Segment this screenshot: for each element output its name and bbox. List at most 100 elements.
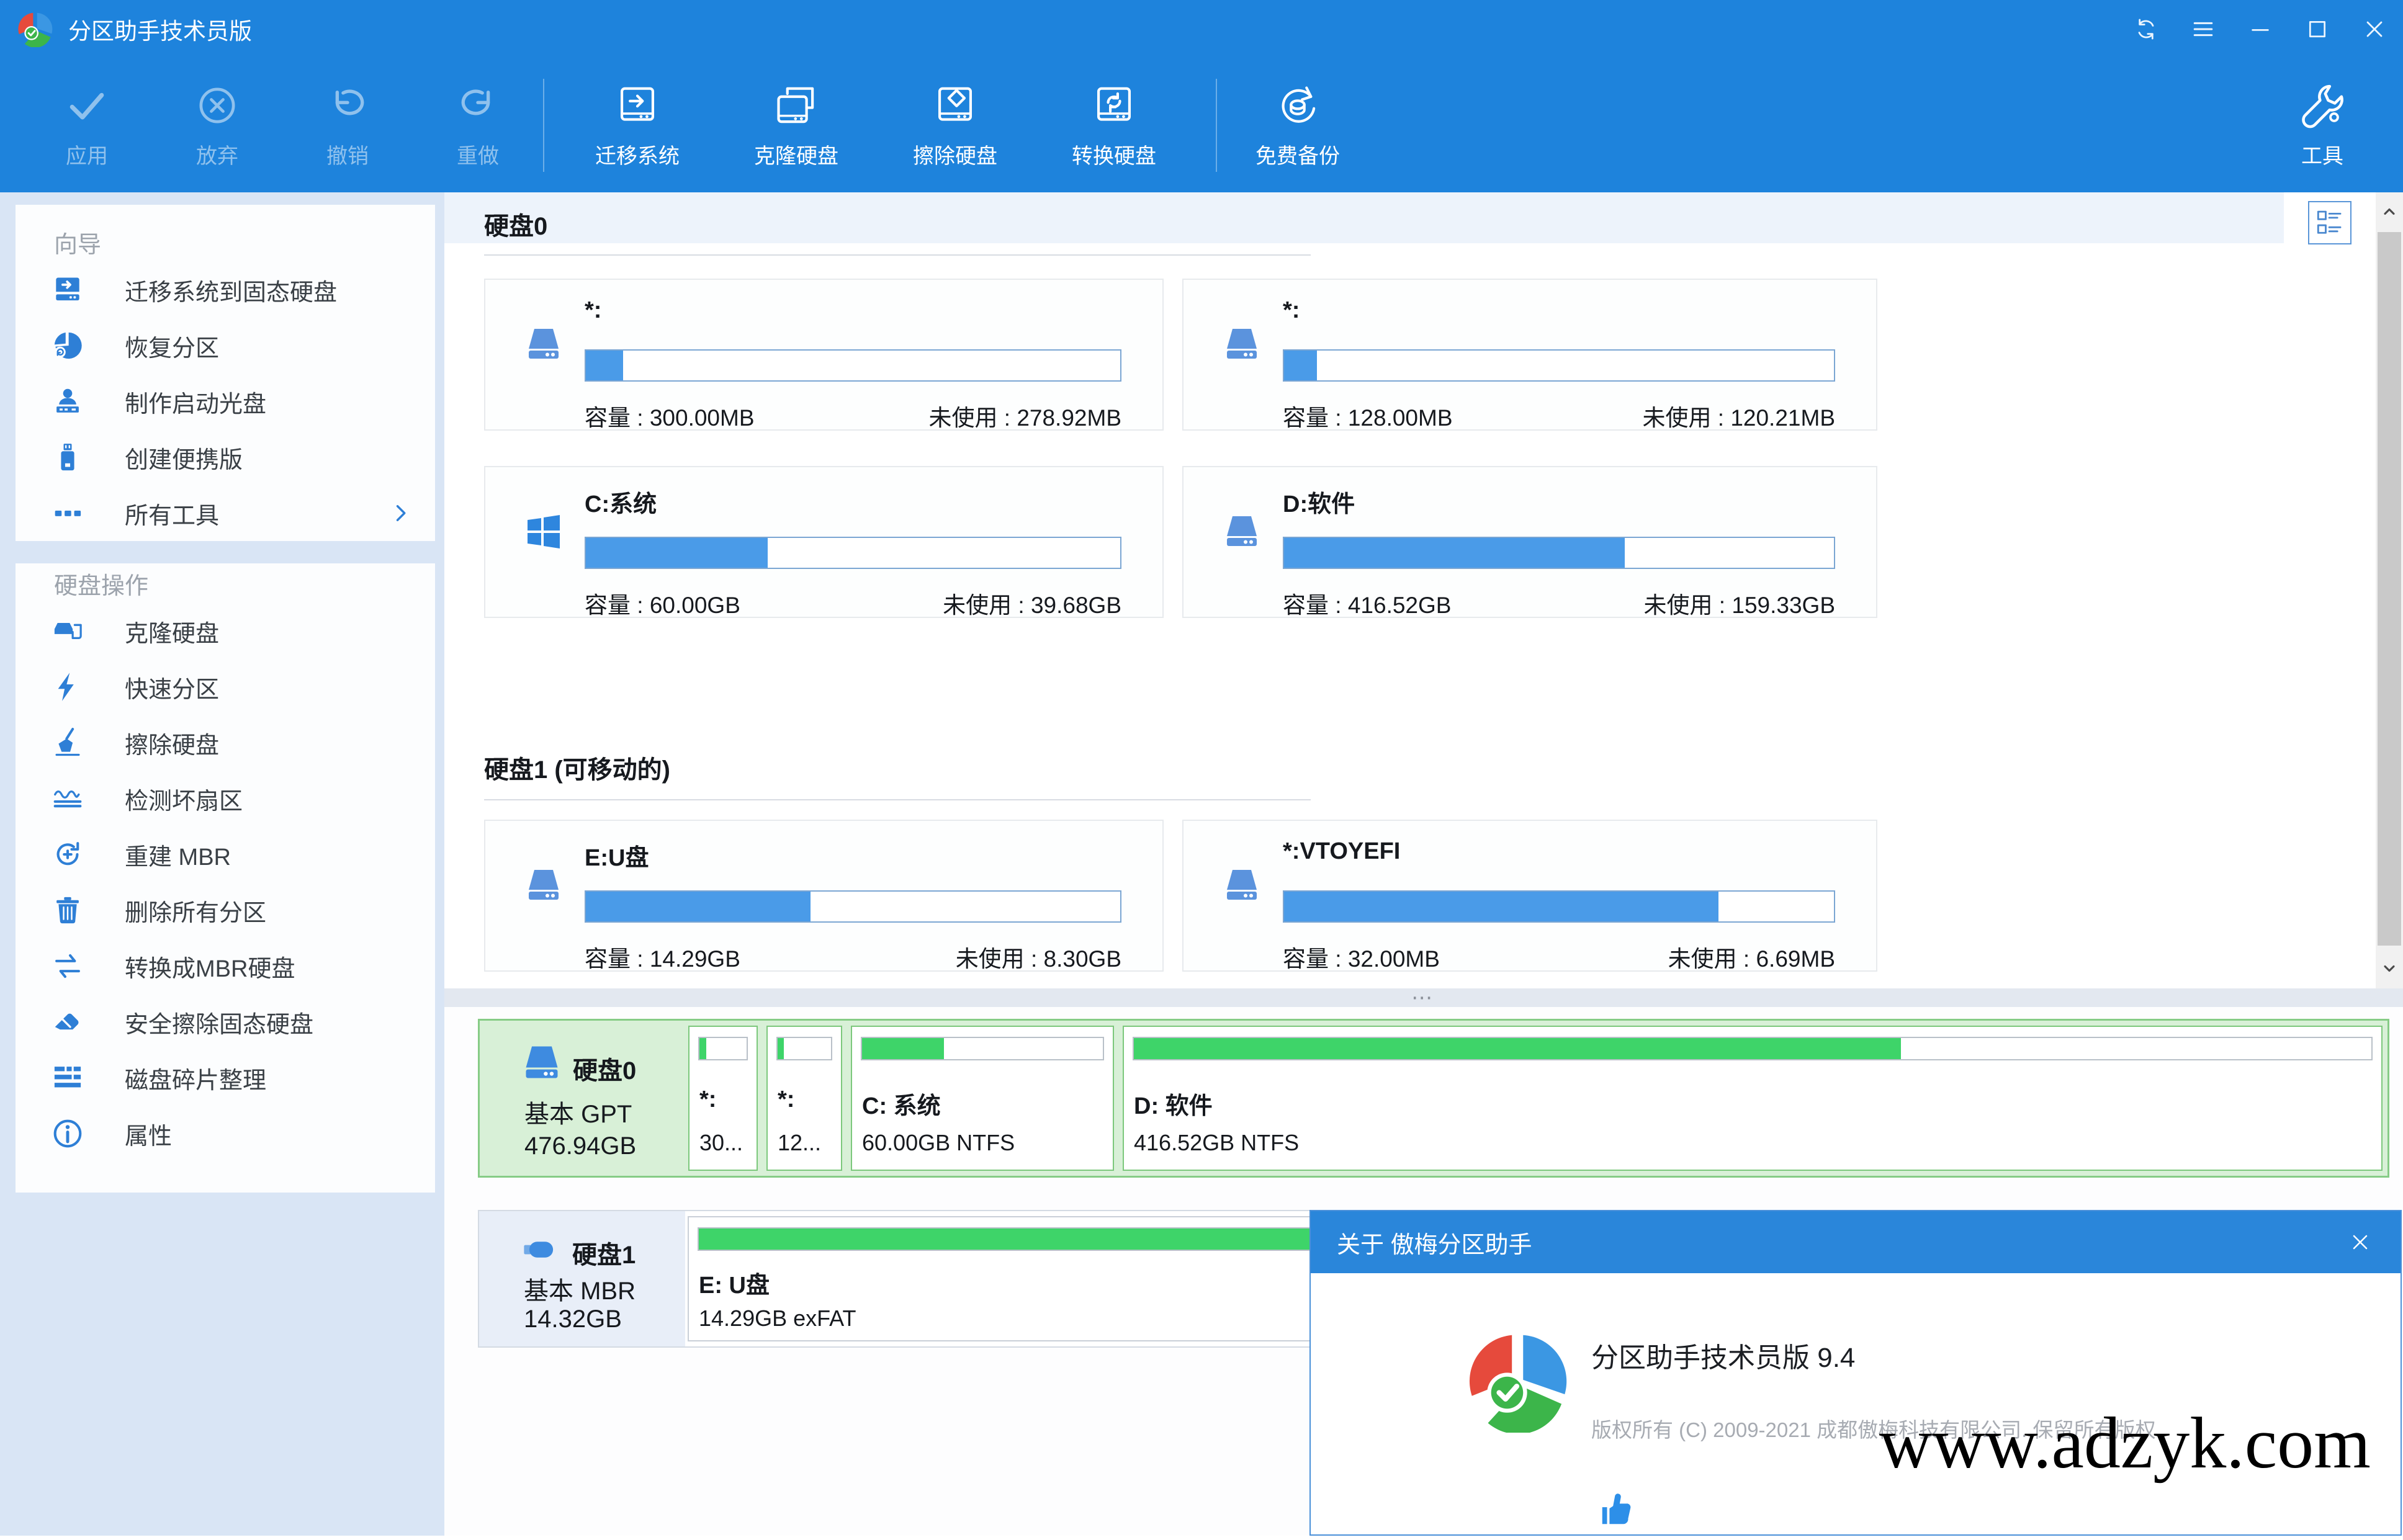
toolbar-button[interactable]: 克隆硬盘 <box>721 63 872 187</box>
usage-bar-fill <box>862 1038 944 1059</box>
sidebar-item[interactable]: 擦除硬盘 <box>16 715 435 771</box>
bootable-media-icon <box>52 385 84 418</box>
sidebar-item[interactable]: 检测坏扇区 <box>16 771 435 826</box>
toolbar-button: 放弃 <box>152 63 282 187</box>
sidebar-item-label: 删除所有分区 <box>125 893 266 928</box>
disk0-row[interactable]: 硬盘0 基本 GPT 476.94GB *:30...*:12...C: 系统6… <box>478 1019 2389 1178</box>
usage-bar-fill <box>1284 538 1625 568</box>
migrate-disk-icon <box>614 82 661 129</box>
sidebar-item-label: 安全擦除固态硬盘 <box>125 1005 313 1039</box>
list-view-icon <box>2314 207 2346 239</box>
disk0-header-band <box>444 192 2376 243</box>
sidebar-item[interactable]: 属性 <box>16 1106 435 1162</box>
usage-bar-fill <box>1284 351 1317 380</box>
about-dialog-title: 关于 傲梅分区助手 <box>1337 1225 1532 1260</box>
refresh-icon[interactable] <box>2118 0 2175 58</box>
scroll-up-icon[interactable] <box>2376 196 2403 227</box>
tools-button[interactable]: 工具 <box>2247 63 2398 187</box>
usage-bar-fill <box>586 351 623 380</box>
partition-name: D:软件 <box>1283 485 1355 519</box>
partition-block-label: E: U盘 <box>699 1266 770 1300</box>
check-icon <box>63 82 110 129</box>
close-icon[interactable] <box>2346 0 2403 58</box>
scrollbar-thumb[interactable] <box>2378 232 2401 946</box>
maximize-icon[interactable] <box>2289 0 2346 58</box>
partition-block[interactable]: D: 软件416.52GB NTFS <box>1123 1026 2383 1171</box>
partition-card[interactable]: *:VTOYEFI容量 : 32.00MB未使用 : 6.69MB <box>1182 820 1877 972</box>
usage-bar <box>1283 349 1835 382</box>
partition-block[interactable]: *:30... <box>688 1026 758 1171</box>
sidebar-section-disk-ops: 克隆硬盘快速分区擦除硬盘检测坏扇区重建 MBR 删除所有分区转换成MBR硬盘安全擦… <box>16 603 435 1162</box>
usage-bar <box>698 1037 748 1060</box>
sidebar-item[interactable]: 删除所有分区 <box>16 882 435 938</box>
usage-bar <box>585 890 1121 923</box>
partition-name: C:系统 <box>585 485 657 519</box>
partition-card[interactable]: D:软件容量 : 416.52GB未使用 : 159.33GB <box>1182 466 1877 618</box>
panel-splitter[interactable]: ⋯ <box>444 988 2403 1007</box>
free-backup-label: 免费备份 <box>1255 139 1340 169</box>
sidebar-item-label: 擦除硬盘 <box>125 726 219 760</box>
partition-card[interactable]: E:U盘容量 : 14.29GB未使用 : 8.30GB <box>484 820 1164 972</box>
partition-card[interactable]: *:容量 : 300.00MB未使用 : 278.92MB <box>484 279 1164 431</box>
partition-block[interactable]: C: 系统60.00GB NTFS <box>851 1026 1114 1171</box>
sidebar-item[interactable]: 重建 MBR <box>16 826 435 882</box>
sidebar-item[interactable]: 创建便携版 <box>16 429 435 485</box>
toolbar-button-label: 放弃 <box>196 139 238 169</box>
dialog-close-icon[interactable] <box>2338 1220 2382 1264</box>
about-dialog: 关于 傲梅分区助手 分区助手技术员版 9.4 版权所有 (C) 2009-202… <box>1309 1210 2402 1536</box>
free-backup-button[interactable]: 免费备份 <box>1222 63 1373 187</box>
partition-card[interactable]: C:系统容量 : 60.00GB未使用 : 39.68GB <box>484 466 1164 618</box>
toolbar-button-label: 克隆硬盘 <box>754 139 838 169</box>
sidebar-item-label: 克隆硬盘 <box>125 614 219 648</box>
sidebar-item[interactable]: 安全擦除固态硬盘 <box>16 994 435 1050</box>
sidebar-item-label: 创建便携版 <box>125 441 243 475</box>
toolbar-button[interactable]: 擦除硬盘 <box>879 63 1031 187</box>
divider <box>484 254 1311 256</box>
vertical-scrollbar[interactable] <box>2376 192 2403 988</box>
sidebar-item[interactable]: 迁移系统到固态硬盘 <box>16 262 435 318</box>
thumb-icon <box>1597 1490 1636 1540</box>
sidebar-item-label: 属性 <box>125 1117 172 1151</box>
usb-icon <box>520 1229 559 1267</box>
toolbar-button-label: 重做 <box>457 139 499 169</box>
disk1-partition-cards: E:U盘容量 : 14.29GB未使用 : 8.30GB*:VTOYEFI容量 … <box>484 820 1877 972</box>
bad-sector-icon <box>52 782 84 815</box>
usage-bar <box>1283 537 1835 569</box>
partition-block-label: C: 系统 <box>862 1086 941 1121</box>
sidebar-item[interactable]: 制作启动光盘 <box>16 374 435 429</box>
sidebar-item[interactable]: 转换成MBR硬盘 <box>16 938 435 994</box>
clone-disk-icon <box>773 82 820 129</box>
toolbar-disk-group: 迁移系统克隆硬盘 擦除硬盘转换硬盘 <box>562 58 1190 192</box>
scroll-down-icon[interactable] <box>2376 953 2403 984</box>
discard-icon <box>194 82 241 129</box>
wipe-broom-icon <box>52 727 84 759</box>
partition-block[interactable]: *:12... <box>766 1026 842 1171</box>
partition-card[interactable]: *:容量 : 128.00MB未使用 : 120.21MB <box>1182 279 1877 431</box>
minimize-icon[interactable] <box>2232 0 2289 58</box>
toolbar-history-group: 应用放弃撤销重做 <box>22 58 543 192</box>
disk1-type: 基本 MBR <box>524 1271 636 1307</box>
hdd-icon <box>521 1042 563 1084</box>
toolbar-button[interactable]: 转换硬盘 <box>1038 63 1190 187</box>
sidebar-item[interactable]: 克隆硬盘 <box>16 603 435 659</box>
usage-bar-fill <box>699 1229 1401 1250</box>
disk1-name: 硬盘1 <box>572 1235 636 1271</box>
product-name: 分区助手技术员版 9.4 <box>1591 1335 1855 1375</box>
disk0-title: 硬盘0 <box>484 206 547 242</box>
sidebar-item-label: 快速分区 <box>125 670 219 704</box>
menu-icon[interactable] <box>2175 0 2232 58</box>
drive-icon <box>524 325 564 364</box>
about-dialog-titlebar[interactable]: 关于 傲梅分区助手 <box>1311 1211 2401 1273</box>
sidebar-item[interactable]: 快速分区 <box>16 659 435 715</box>
toolbar-button-label: 转换硬盘 <box>1072 139 1156 169</box>
sidebar-item[interactable]: 所有工具 <box>16 485 435 541</box>
list-view-toggle-button[interactable] <box>2308 201 2351 244</box>
toolbar-button[interactable]: 迁移系统 <box>562 63 713 187</box>
sidebar-item[interactable]: 恢复分区 <box>16 318 435 374</box>
sidebar-section-title-wizard: 向导 <box>16 222 435 262</box>
sidebar-item[interactable]: 磁盘碎片整理 <box>16 1050 435 1106</box>
unused-label: 未使用 : 8.30GB <box>956 940 1121 974</box>
rebuild-mbr-icon <box>52 838 84 871</box>
unused-label: 未使用 : 39.68GB <box>943 586 1121 620</box>
splitter-grip: ⋯ <box>1411 995 1436 1001</box>
